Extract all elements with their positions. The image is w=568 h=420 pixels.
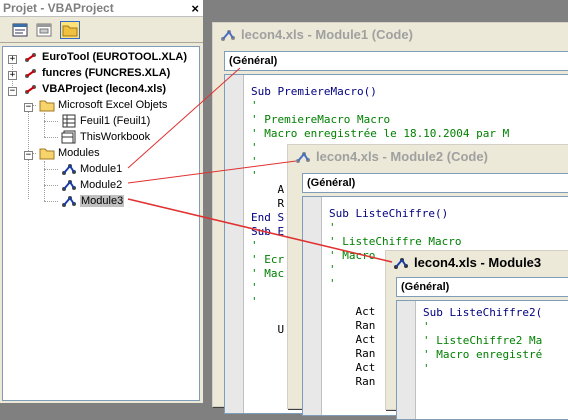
close-icon[interactable]: × [191, 0, 199, 17]
project-tree: + EuroTool (EUROTOOL.XLA) + funcres (FUN… [2, 46, 200, 401]
code-line: ' [423, 320, 430, 333]
code-line: ' [329, 263, 336, 276]
code-line: ' ListeChiffre2 Ma [423, 334, 543, 347]
tree-line [44, 121, 58, 122]
worksheet-icon [62, 114, 76, 128]
module-icon [62, 196, 76, 208]
code-line: ' [251, 141, 258, 154]
code-line: Sub PremiereMacro() [251, 85, 377, 98]
folder-icon [62, 25, 78, 37]
code-line: ' Mac [251, 267, 285, 280]
code-line: Ran [329, 319, 376, 332]
code-line: Sub ListeChiffre() [329, 207, 449, 220]
tree-item-modules[interactable]: Modules [39, 145, 100, 161]
code-line: ' Macro [329, 249, 376, 262]
view-code-icon [12, 23, 28, 37]
code-line: Act [329, 305, 376, 318]
tree-item-excel-objects[interactable]: Microsoft Excel Objets [39, 97, 167, 113]
code-line: Act [329, 333, 376, 346]
collapse-vbaproject-icon[interactable]: − [8, 87, 17, 96]
code-line: ' [329, 277, 336, 290]
module-icon [62, 164, 76, 176]
tree-line [44, 201, 58, 202]
mdi-area: lecon4.xls - Module1 (Code) (Général) Su… [205, 0, 568, 420]
tree-line [44, 137, 58, 138]
vba-project-icon [25, 53, 36, 63]
project-explorer: Projet - VBAProject × + EuroTool (EUROTO… [0, 0, 204, 403]
module-icon [296, 152, 310, 163]
collapse-excel-objects-icon[interactable]: − [24, 103, 33, 112]
tree-line [44, 169, 58, 170]
code-line: ' [251, 281, 258, 294]
open-folder-icon [39, 148, 55, 160]
toggle-folders-button[interactable] [60, 21, 80, 39]
view-object-icon [36, 23, 52, 37]
code-window-title-module1[interactable]: lecon4.xls - Module1 (Code) [213, 23, 568, 47]
object-combo-module2[interactable]: (Général) [302, 173, 568, 193]
expand-eurotool-icon[interactable]: + [8, 55, 17, 64]
code-line: Ran [329, 375, 376, 388]
tree-item-feuil1[interactable]: Feuil1 (Feuil1) [61, 113, 150, 129]
code-editor-module3[interactable]: Sub ListeChiffre2(' ' ListeChiffre2 Ma ' M… [396, 300, 568, 420]
code-line: ' [251, 99, 258, 112]
view-object-button[interactable] [34, 21, 54, 39]
code-line: R [251, 197, 285, 210]
tree-item-module2[interactable]: Module2 [61, 177, 122, 193]
code-line: Ran [329, 347, 376, 360]
tree-item-eurotool[interactable]: EuroTool (EUROTOOL.XLA) [23, 49, 187, 65]
tree-item-thisworkbook[interactable]: ThisWorkbook [61, 129, 150, 145]
code-line: Sub ListeChiffre2( [423, 306, 543, 319]
code-line: ' ListeChiffre Macro [329, 235, 462, 248]
code-window-title-module2[interactable]: lecon4.xls - Module2 (Code) [288, 145, 568, 169]
tree-item-module1[interactable]: Module1 [61, 161, 122, 177]
collapse-modules-icon[interactable]: − [24, 151, 33, 160]
code-line: Sub E [251, 225, 285, 238]
project-toolbar [0, 17, 203, 43]
module-icon [394, 258, 408, 269]
code-line: ' [329, 221, 336, 234]
open-folder-icon [39, 100, 55, 112]
project-explorer-title: Projet - VBAProject × [0, 0, 203, 17]
module-icon [62, 180, 76, 192]
code-line: ' [251, 295, 258, 308]
code-line: ' [251, 169, 258, 182]
module-icon [221, 30, 235, 41]
project-explorer-title-text: Projet - VBAProject [3, 1, 114, 15]
code-line: ' PremiereMacro Macro [251, 113, 391, 126]
code-line: U [251, 323, 285, 336]
editor-margin [225, 75, 244, 413]
object-combo-module1[interactable]: (Général) [224, 51, 568, 71]
tree-line [44, 185, 58, 186]
code-window-title-module3[interactable]: lecon4.xls - Module3 (Code [386, 251, 568, 294]
tree-item-module3[interactable]: Module3 [61, 193, 125, 209]
workbook-icon [61, 130, 76, 144]
code-window-module3[interactable]: lecon4.xls - Module3 (Code (Général) Sub… [385, 250, 568, 420]
code-line: Act [329, 361, 376, 374]
code-line: ' Ecr [251, 253, 285, 266]
editor-margin [397, 301, 416, 419]
code-line: ' Macro enregistré [423, 348, 543, 361]
code-line: ' Macro enregistrée le 18.10.2004 par M [251, 127, 510, 140]
code-line: A [251, 183, 285, 196]
tree-item-vbaproject[interactable]: VBAProject (lecon4.xls) [23, 81, 166, 97]
code-line: ' [251, 239, 258, 252]
editor-margin [303, 197, 322, 415]
view-code-button[interactable] [10, 21, 30, 39]
vba-project-icon [25, 69, 36, 79]
code-line: ' [423, 362, 430, 375]
tree-item-funcres[interactable]: funcres (FUNCRES.XLA) [23, 65, 170, 81]
code-line: End S [251, 211, 285, 224]
vba-project-icon [25, 85, 36, 95]
expand-funcres-icon[interactable]: + [8, 71, 17, 80]
object-combo-module3[interactable]: (Général) [396, 277, 568, 297]
tree-line [44, 113, 45, 137]
code-line: ' [251, 155, 258, 168]
tree-line [44, 161, 45, 201]
